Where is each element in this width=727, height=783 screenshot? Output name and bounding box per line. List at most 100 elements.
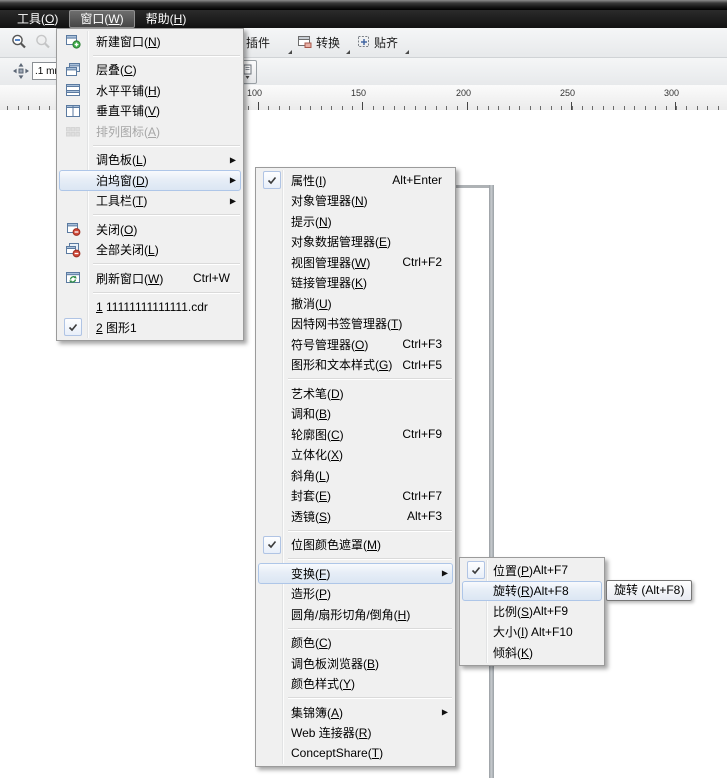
dockers-submenu-item-graphic-text-styles[interactable]: 图形和文本样式(G) Ctrl+F5 xyxy=(258,355,453,376)
menubar-item-tools[interactable]: 工具(O) xyxy=(6,10,69,28)
dockers-submenu-item-artistic-media[interactable]: 艺术笔(D) xyxy=(258,383,453,404)
dockers-submenu-item-palette-browser[interactable]: 调色板浏览器(B) xyxy=(258,653,453,674)
window-menu-item-tile-vertical[interactable]: 垂直平铺(V) xyxy=(59,101,241,122)
ruler-tick xyxy=(467,102,468,110)
dockers-submenu-item-envelope[interactable]: 封套(E) Ctrl+F7 xyxy=(258,486,453,507)
menu-item-shortcut: Alt+F3 xyxy=(406,509,442,524)
menu-item-label: 封套(E) xyxy=(291,489,332,504)
window-menu: 新建窗口(N) 层叠(C) 水平平铺(H) 垂直平铺(V) 排列图标(A) 调色板(L) ▶… xyxy=(56,28,244,341)
transformations-submenu-item-skew[interactable]: 倾斜(K) xyxy=(462,642,602,663)
menu-item-label: 对象管理器(N) xyxy=(291,194,368,209)
refresh-window-icon xyxy=(65,270,81,286)
menu-item-shortcut: Alt+Enter xyxy=(392,173,442,188)
window-menu-item-tile-horizontal[interactable]: 水平平铺(H) xyxy=(59,80,241,101)
menu-item-shortcut: Ctrl+F5 xyxy=(402,357,442,372)
menu-item-label: 位图颜色遮罩(M) xyxy=(291,538,381,553)
window-menu-item-document-1[interactable]: 1 11111111111111.cdr xyxy=(59,297,241,318)
dockers-submenu-item-undo[interactable]: 撤消(U) xyxy=(258,293,453,314)
dockers-submenu-item-symbol-manager[interactable]: 符号管理器(O) Ctrl+F3 xyxy=(258,334,453,355)
menu-item-shortcut: Alt+F10 xyxy=(531,624,573,639)
menu-item-label: 旋转(R) xyxy=(493,584,534,599)
dockers-submenu-item-scrapbook[interactable]: 集锦簿(A) ▶ xyxy=(258,702,453,723)
menu-item-label: 调和(B) xyxy=(291,407,332,422)
menubar-item-help[interactable]: 帮助(H) xyxy=(135,10,198,28)
toolbar-overflow-icon[interactable] xyxy=(288,50,292,54)
window-menu-item-color-palettes[interactable]: 调色板(L) ▶ xyxy=(59,150,241,171)
window-menu-item-close-all[interactable]: 全部关闭(L) xyxy=(59,240,241,261)
menu-item-label: 颜色样式(Y) xyxy=(291,677,356,692)
dockers-submenu-item-blend[interactable]: 调和(B) xyxy=(258,404,453,425)
dockers-submenu-item-view-manager[interactable]: 视图管理器(W) Ctrl+F2 xyxy=(258,252,453,273)
transformations-submenu-item-size[interactable]: 大小(I) Alt+F10 xyxy=(462,622,602,643)
menu-item-label: 提示(N) xyxy=(291,214,332,229)
window-menu-item-document-2[interactable]: 2 图形1 xyxy=(59,317,241,338)
dockers-submenu-item-object-manager[interactable]: 对象管理器(N) xyxy=(258,191,453,212)
menu-item-label: 1 11111111111111.cdr xyxy=(96,299,208,314)
transformations-submenu-item-rotate[interactable]: 旋转(R) Alt+F8 xyxy=(462,580,602,601)
dockers-submenu-item-web-connector[interactable]: Web 连接器(R) xyxy=(258,723,453,744)
dockers-submenu-item-internet-bookmark-manager[interactable]: 因特网书签管理器(T) xyxy=(258,314,453,335)
zoom-out-icon[interactable] xyxy=(10,33,28,56)
dockers-submenu-item-contour[interactable]: 轮廓图(C) Ctrl+F9 xyxy=(258,424,453,445)
window-menu-item-refresh-window[interactable]: 刷新窗口(W) Ctrl+W xyxy=(59,268,241,289)
dockers-submenu-item-bevel[interactable]: 斜角(L) xyxy=(258,465,453,486)
menu-separator xyxy=(93,291,240,294)
toolbar-snap-label[interactable]: 贴齐 xyxy=(374,35,398,51)
dockers-submenu-item-link-manager[interactable]: 链接管理器(K) xyxy=(258,273,453,294)
dockers-submenu-item-hints[interactable]: 提示(N) xyxy=(258,211,453,232)
dockers-submenu-item-shaping[interactable]: 造形(P) xyxy=(258,584,453,605)
window-menu-item-dockers[interactable]: 泊坞窗(D) ▶ xyxy=(59,170,241,191)
menu-item-label: 垂直平铺(V) xyxy=(96,104,161,119)
menu-item-shortcut: Ctrl+F9 xyxy=(402,427,442,442)
dockers-submenu-item-conceptshare[interactable]: ConceptShare(T) xyxy=(258,743,453,764)
dockers-submenu-item-extrude[interactable]: 立体化(X) xyxy=(258,445,453,466)
dockers-submenu-item-bitmap-color-mask[interactable]: 位图颜色遮罩(M) xyxy=(258,535,453,556)
ruler-tick xyxy=(675,102,676,110)
dockers-submenu-item-object-data-manager[interactable]: 对象数据管理器(E) xyxy=(258,232,453,253)
tile-vertical-icon xyxy=(65,103,81,119)
menu-item-shortcut: Alt+F9 xyxy=(533,604,569,619)
dockers-submenu-item-color-styles[interactable]: 颜色样式(Y) xyxy=(258,674,453,695)
dockers-submenu-item-color[interactable]: 颜色(C) xyxy=(258,633,453,654)
menu-item-label: 链接管理器(K) xyxy=(291,276,368,291)
toolbar-plugin-label[interactable]: 插件 xyxy=(246,35,270,51)
menu-separator xyxy=(288,529,452,532)
toolbar-overflow-icon[interactable] xyxy=(405,50,409,54)
dockers-submenu-item-fillet-scallop-chamfer[interactable]: 圆角/扇形切角/倒角(H) xyxy=(258,604,453,625)
dockers-submenu-item-transformations[interactable]: 变换(F) ▶ xyxy=(258,563,453,584)
title-bar xyxy=(0,0,727,10)
submenu-arrow-icon: ▶ xyxy=(229,196,236,206)
window-menu-item-new-window[interactable]: 新建窗口(N) xyxy=(59,31,241,52)
window-menu-item-cascade[interactable]: 层叠(C) xyxy=(59,60,241,81)
menu-item-label: 工具栏(T) xyxy=(96,194,148,209)
menubar-item-window[interactable]: 窗口(W) xyxy=(69,10,135,28)
checkmark-icon xyxy=(467,561,485,580)
arrange-icons-icon xyxy=(65,123,81,139)
menu-item-label: 集锦簿(A) xyxy=(291,705,344,720)
submenu-arrow-icon: ▶ xyxy=(441,707,448,717)
window-menu-item-toolbars[interactable]: 工具栏(T) ▶ xyxy=(59,191,241,212)
menu-item-shortcut: Ctrl+F2 xyxy=(402,255,442,270)
transformations-submenu-item-position[interactable]: 位置(P) Alt+F7 xyxy=(462,560,602,581)
toolbar-overflow-icon[interactable] xyxy=(346,50,350,54)
menu-item-label: 水平平铺(H) xyxy=(96,83,161,98)
tooltip: 旋转 (Alt+F8) xyxy=(606,580,693,601)
menu-separator xyxy=(288,697,452,699)
checkmark-icon xyxy=(263,171,281,190)
menu-item-label: 排列图标(A) xyxy=(96,124,161,139)
menu-item-shortcut: Ctrl+F7 xyxy=(402,488,442,503)
menu-item-label: 对象数据管理器(E) xyxy=(291,235,392,250)
window-menu-item-close[interactable]: 关闭(O) xyxy=(59,219,241,240)
menu-separator xyxy=(93,263,240,265)
dockers-submenu-item-properties[interactable]: 属性(I) Alt+Enter xyxy=(258,170,453,191)
menu-item-label: 位置(P) xyxy=(493,563,534,578)
transformations-submenu-item-scale[interactable]: 比例(S) Alt+F9 xyxy=(462,601,602,622)
nudge-arrows-icon xyxy=(12,62,30,85)
menu-item-label: Web 连接器(R) xyxy=(291,726,372,741)
menu-item-shortcut: Ctrl+F3 xyxy=(402,337,442,352)
menu-item-shortcut: Alt+F7 xyxy=(533,563,569,578)
new-window-icon xyxy=(65,33,81,49)
dockers-submenu-item-lens[interactable]: 透镜(S) Alt+F3 xyxy=(258,506,453,527)
toolbar-convert-label[interactable]: 转换 xyxy=(316,35,340,51)
menu-item-label: 立体化(X) xyxy=(291,448,344,463)
